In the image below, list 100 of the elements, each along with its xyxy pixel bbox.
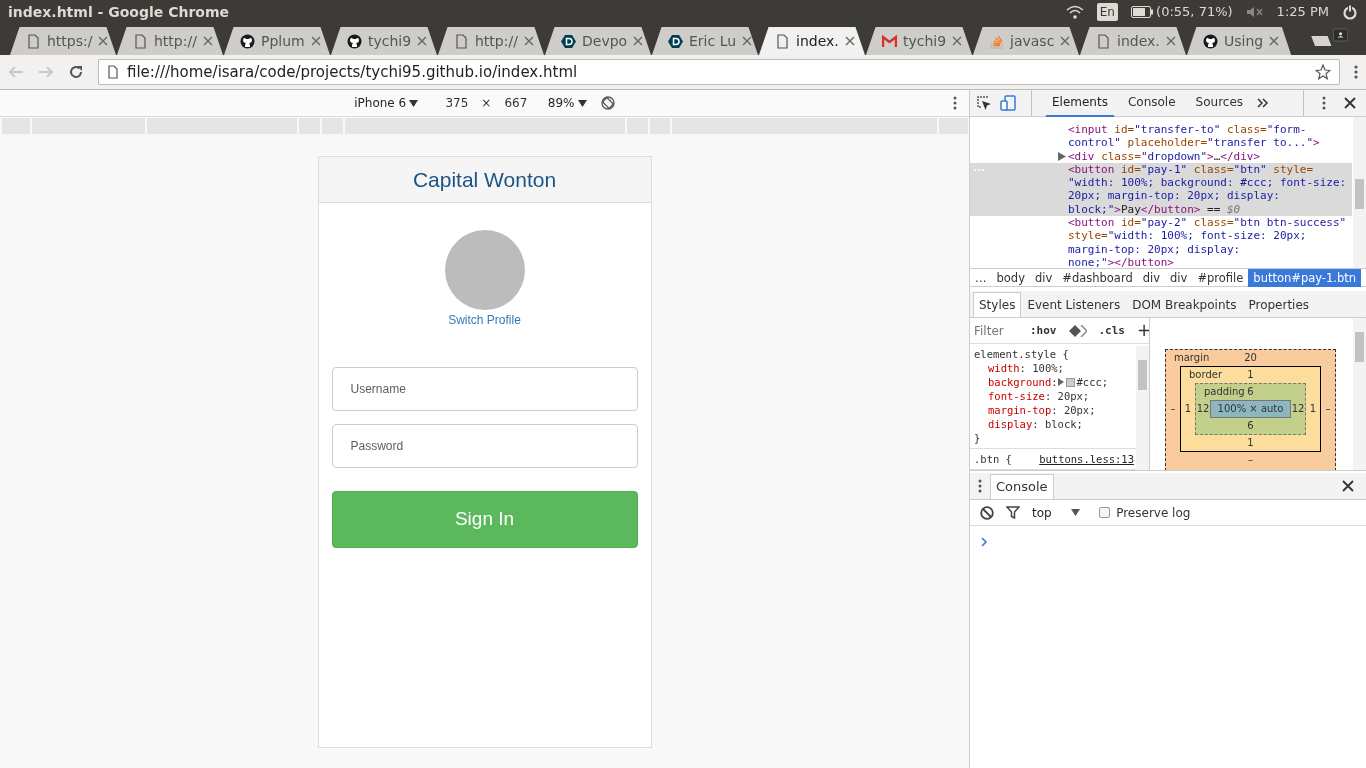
- breadcrumb[interactable]: body: [991, 268, 1030, 287]
- browser-tab[interactable]: Devpo: [545, 27, 651, 55]
- menu-icon[interactable]: [1354, 64, 1358, 80]
- dom-node[interactable]: <button id="pay-2" class="btn btn-success" style="width: 100%; font-size: 20px; margin-top: 20px; display: none;"></button>: [970, 216, 1352, 268]
- page-icon: [775, 33, 790, 49]
- browser-tab[interactable]: Pplum: [224, 27, 330, 55]
- breadcrumb[interactable]: div: [1029, 268, 1058, 287]
- browser-tab[interactable]: tychi9: [331, 27, 437, 55]
- panel-tab[interactable]: Styles: [973, 292, 1022, 317]
- window-title: index.html - Google Chrome: [8, 2, 229, 22]
- breadcrumb[interactable]: div: [1137, 268, 1166, 287]
- filter-icon[interactable]: [1006, 506, 1020, 519]
- mail-icon: [882, 33, 897, 49]
- class-toggle[interactable]: .cls: [1098, 323, 1125, 338]
- css-declaration[interactable]: background: #ccc;: [974, 375, 1134, 389]
- more-icon[interactable]: [978, 479, 982, 493]
- browser-tab[interactable]: Using: [1187, 27, 1292, 55]
- volume-muted-icon[interactable]: [1245, 6, 1264, 18]
- page-icon: [133, 33, 148, 49]
- context-dropdown[interactable]: top: [1032, 503, 1081, 522]
- breadcrumb[interactable]: button#pay-1.btn: [1248, 268, 1362, 287]
- devtools-tab[interactable]: Elements: [1046, 89, 1114, 117]
- close-icon[interactable]: [844, 36, 855, 46]
- add-rule-button[interactable]: +: [1137, 318, 1149, 344]
- dom-node[interactable]: <button id="pay-1" class="btn" style= "width: 100%; background: #ccc; font-size: 20px; margin-top: 20px; display: block;">Pay</button> == $0: [970, 162, 1352, 217]
- browser-tab[interactable]: tychi9: [866, 27, 972, 55]
- cat-logo-icon: [347, 33, 362, 49]
- closing-brace: }: [974, 431, 982, 445]
- caret-icon: [577, 99, 587, 107]
- browser-tab[interactable]: index.: [759, 27, 865, 55]
- hover-state-toggle[interactable]: :hov: [1030, 323, 1057, 338]
- css-declaration[interactable]: width: 100%;: [974, 361, 1134, 375]
- page-icon: [26, 33, 41, 49]
- profile-icon[interactable]: [1332, 25, 1348, 45]
- source-link[interactable]: buttons.less:13: [1039, 452, 1134, 466]
- breadcrumb[interactable]: …: [970, 268, 992, 287]
- css-declaration[interactable]: margin-top: 20px;: [974, 403, 1134, 417]
- color-format-icon[interactable]: [1068, 324, 1087, 337]
- input-field[interactable]: Password: [331, 423, 638, 468]
- app-title: Capital Wonton: [412, 166, 557, 193]
- devtools-tab[interactable]: Console: [1121, 89, 1182, 117]
- device-dropdown[interactable]: iPhone 6: [354, 94, 419, 112]
- dom-node[interactable]: <div class="dropdown">…</div>: [970, 149, 1352, 163]
- hexagon-logo-icon: [561, 33, 576, 49]
- browser-tab[interactable]: Eric Lu: [652, 27, 758, 55]
- address-field[interactable]: file:///home/isara/code/projects/tychi95.github.io/index.html: [98, 59, 1340, 85]
- reload-icon[interactable]: [68, 64, 84, 80]
- language-indicator[interactable]: En: [1096, 3, 1118, 21]
- css-declaration[interactable]: display: block;: [974, 417, 1134, 431]
- breadcrumb[interactable]: div: [1165, 268, 1193, 287]
- page-icon: [454, 33, 469, 49]
- drawer-tab[interactable]: Console: [990, 474, 1054, 499]
- devtools-tab[interactable]: Sources: [1189, 89, 1250, 117]
- caret-icon: [1071, 509, 1081, 516]
- browser-tab[interactable]: index.: [1080, 27, 1186, 55]
- input-field[interactable]: Username: [331, 366, 638, 411]
- power-icon[interactable]: [1342, 4, 1358, 20]
- breadcrumb[interactable]: #profile: [1192, 268, 1249, 287]
- width-value[interactable]: 375: [445, 94, 469, 112]
- bookmark-star-icon[interactable]: [1315, 64, 1331, 80]
- battery-icon[interactable]: [1130, 6, 1153, 18]
- more-tabs-icon[interactable]: [1257, 98, 1270, 108]
- expand-arrow-icon[interactable]: [1058, 151, 1066, 161]
- stack-logo-icon: [989, 33, 1004, 49]
- times-sign: ×: [481, 95, 492, 112]
- dom-node[interactable]: <input id="transfer-to" class="form- control" placeholder="transfer to...">: [970, 123, 1352, 150]
- cat-logo-icon: [240, 33, 255, 49]
- browser-tab[interactable]: javasc: [973, 27, 1079, 55]
- box-model-diagram: margin 20 – border 1 1 padding 6 12 100% × auto 12 6 1 1 – –: [1165, 349, 1336, 470]
- wifi-icon[interactable]: [1065, 5, 1084, 19]
- zoom-dropdown[interactable]: 89%: [547, 94, 587, 112]
- page-icon: [107, 65, 119, 79]
- panel-tab[interactable]: Properties: [1242, 292, 1316, 317]
- more-icon[interactable]: [953, 96, 957, 110]
- close-icon[interactable]: [1342, 480, 1354, 492]
- switch-profile-link[interactable]: Switch Profile: [448, 313, 521, 327]
- height-value[interactable]: 667: [504, 94, 528, 112]
- css-selector: .btn {: [974, 452, 1012, 466]
- browser-tab[interactable]: https:/: [10, 27, 116, 55]
- page-icon: [1096, 33, 1111, 49]
- scrollbar[interactable]: [1136, 346, 1149, 470]
- panel-tab[interactable]: DOM Breakpoints: [1126, 292, 1243, 317]
- close-icon[interactable]: [1344, 97, 1356, 109]
- panel-tab[interactable]: Event Listeners: [1021, 292, 1127, 317]
- checkbox[interactable]: [1098, 507, 1110, 518]
- rotate-icon[interactable]: [600, 96, 615, 110]
- breadcrumb[interactable]: #dashboard: [1057, 268, 1138, 287]
- browser-tab[interactable]: http://: [438, 27, 544, 55]
- device-mode-icon[interactable]: [1000, 95, 1016, 111]
- scrollbar[interactable]: [1353, 318, 1366, 470]
- filter-field[interactable]: Filter: [974, 321, 1018, 340]
- more-icon[interactable]: [1322, 96, 1326, 110]
- checkbox-label: Preserve log: [1116, 504, 1191, 522]
- clear-console-icon[interactable]: [980, 505, 994, 520]
- scrollbar[interactable]: [1353, 117, 1366, 268]
- inspect-icon[interactable]: [976, 95, 992, 111]
- battery-status: (0:55, 71%): [1156, 3, 1233, 22]
- browser-tab[interactable]: http://: [117, 27, 223, 55]
- css-declaration[interactable]: font-size: 20px;: [974, 389, 1134, 403]
- clock-time[interactable]: 1:25 PM: [1276, 2, 1329, 22]
